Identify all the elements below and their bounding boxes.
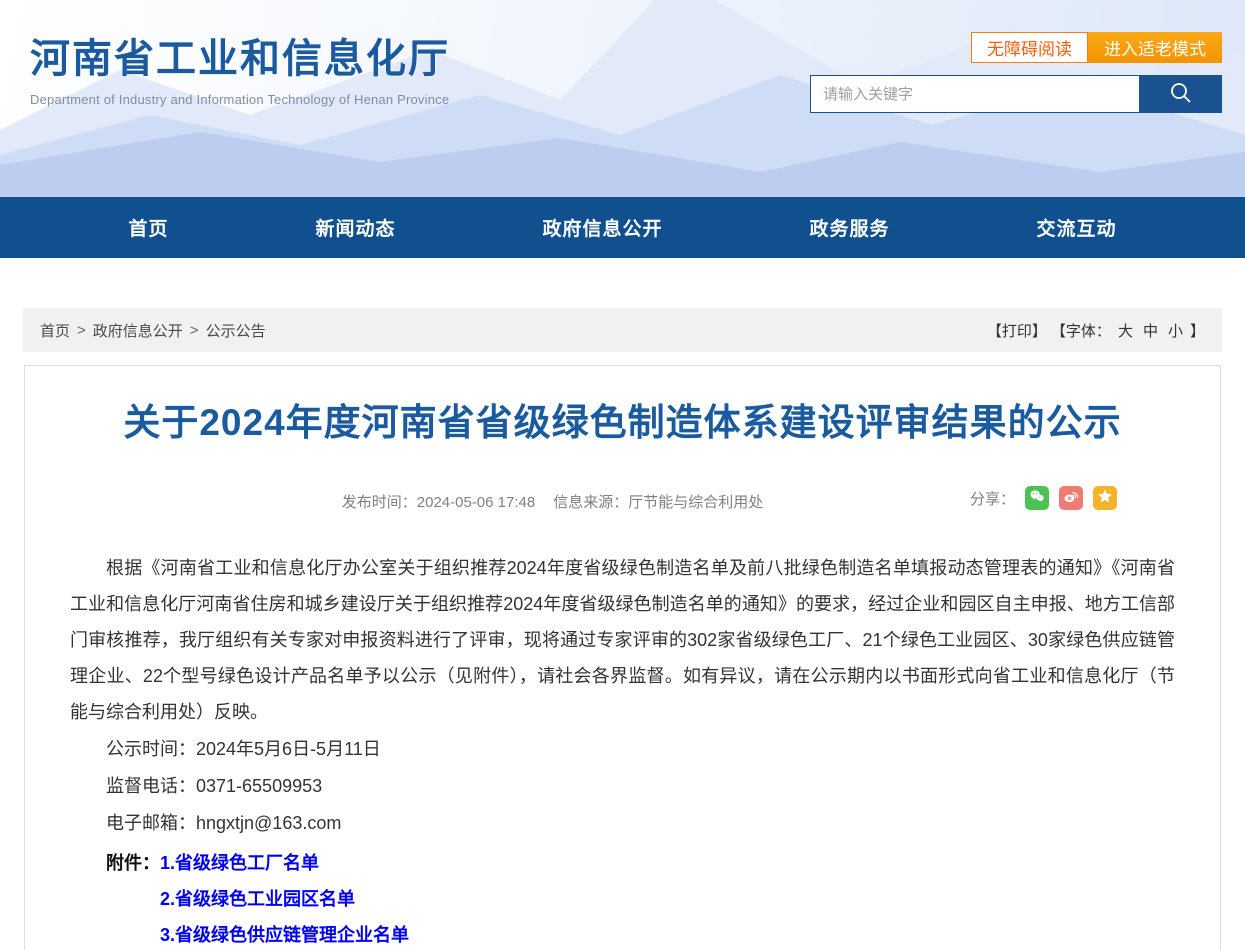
nav-item-home[interactable]: 首页	[128, 214, 168, 241]
nav-item-gov-info[interactable]: 政府信息公开	[542, 214, 662, 241]
main-nav: 首页 新闻动态 政府信息公开 政务服务 交流互动	[0, 197, 1245, 258]
breadcrumb-separator: >	[77, 322, 86, 339]
search-button[interactable]	[1139, 75, 1222, 113]
nav-item-interaction[interactable]: 交流互动	[1036, 214, 1116, 241]
font-size-label-close: 】	[1190, 320, 1205, 341]
breadcrumb-announcements[interactable]: 公示公告	[206, 320, 266, 341]
attachments-section: 附件： 1.省级绿色工厂名单 2.省级绿色工业园区名单 3.省级绿色供应链管理企…	[106, 845, 1175, 950]
attachments-list: 1.省级绿色工厂名单 2.省级绿色工业园区名单 3.省级绿色供应链管理企业名单 …	[160, 845, 409, 950]
print-button[interactable]: 【打印】	[987, 320, 1047, 341]
breadcrumb-bar: 首页 > 政府信息公开 > 公示公告 【打印】 【字体： 大 中 小 】	[23, 308, 1222, 352]
search-bar	[810, 75, 1222, 113]
supervision-phone-line: 监督电话：0371-65509953	[70, 768, 1175, 804]
article-paragraph: 根据《河南省工业和信息化厅办公室关于组织推荐2024年度省级绿色制造名单及前八批…	[70, 550, 1175, 730]
page-tools: 【打印】 【字体： 大 中 小 】	[987, 320, 1205, 341]
article-card: 关于2024年度河南省省级绿色制造体系建设评审结果的公示 发布时间：2024-0…	[24, 365, 1221, 950]
search-icon	[1168, 80, 1194, 109]
article-title: 关于2024年度河南省省级绿色制造体系建设评审结果的公示	[70, 400, 1175, 446]
wechat-icon	[1028, 487, 1046, 509]
share-label: 分享：	[970, 488, 1015, 509]
site-logo: 河南省工业和信息化厅 Department of Industry and In…	[30, 26, 450, 107]
site-subtitle-english: Department of Industry and Information T…	[30, 92, 450, 107]
share-box: 分享：	[970, 486, 1117, 510]
article-body: 根据《河南省工业和信息化厅办公室关于组织推荐2024年度省级绿色制造名单及前八批…	[70, 550, 1175, 950]
page: { "header": { "site_title": "河南省工业和信息化厅"…	[0, 0, 1245, 950]
site-title: 河南省工业和信息化厅	[30, 26, 450, 84]
share-weibo-button[interactable]	[1059, 486, 1083, 510]
publicity-period-line: 公示时间：2024年5月6日-5月11日	[70, 731, 1175, 767]
share-qzone-button[interactable]	[1093, 486, 1117, 510]
attachments-label: 附件：	[106, 845, 160, 950]
accessibility-reading-button[interactable]: 无障碍阅读	[971, 32, 1088, 63]
article-meta: 发布时间：2024-05-06 17:48 信息来源：厅节能与综合利用处	[333, 491, 772, 512]
font-size-medium-button[interactable]: 中	[1143, 320, 1158, 341]
font-size-label: 【字体：	[1051, 320, 1111, 341]
font-size-small-button[interactable]: 小	[1168, 320, 1183, 341]
weibo-icon	[1062, 487, 1080, 509]
publish-time: 发布时间：2024-05-06 17:48	[342, 491, 535, 512]
font-size-large-button[interactable]: 大	[1118, 320, 1133, 341]
article-meta-row: 发布时间：2024-05-06 17:48 信息来源：厅节能与综合利用处 分享：	[70, 486, 1175, 516]
search-input[interactable]	[810, 75, 1139, 113]
attachment-link-green-supply-chain[interactable]: 3.省级绿色供应链管理企业名单	[160, 917, 409, 950]
elder-mode-button[interactable]: 进入适老模式	[1088, 32, 1222, 63]
header-controls: 无障碍阅读 进入适老模式	[810, 32, 1222, 113]
share-wechat-button[interactable]	[1025, 486, 1049, 510]
nav-item-gov-services[interactable]: 政务服务	[809, 214, 889, 241]
info-source: 信息来源：厅节能与综合利用处	[553, 491, 763, 512]
attachment-link-green-industrial-parks[interactable]: 2.省级绿色工业园区名单	[160, 881, 409, 917]
site-banner: 河南省工业和信息化厅 Department of Industry and In…	[0, 0, 1245, 197]
star-icon	[1096, 487, 1114, 509]
attachment-link-green-factories[interactable]: 1.省级绿色工厂名单	[160, 845, 409, 881]
breadcrumb-wrap: 首页 > 政府信息公开 > 公示公告 【打印】 【字体： 大 中 小 】	[0, 258, 1245, 352]
breadcrumb-home[interactable]: 首页	[40, 320, 70, 341]
breadcrumb-separator: >	[190, 322, 199, 339]
breadcrumb: 首页 > 政府信息公开 > 公示公告	[40, 320, 266, 341]
header-buttons: 无障碍阅读 进入适老模式	[810, 32, 1222, 63]
email-line: 电子邮箱：hngxtjn@163.com	[70, 805, 1175, 841]
breadcrumb-gov-info[interactable]: 政府信息公开	[93, 320, 183, 341]
nav-item-news[interactable]: 新闻动态	[315, 214, 395, 241]
